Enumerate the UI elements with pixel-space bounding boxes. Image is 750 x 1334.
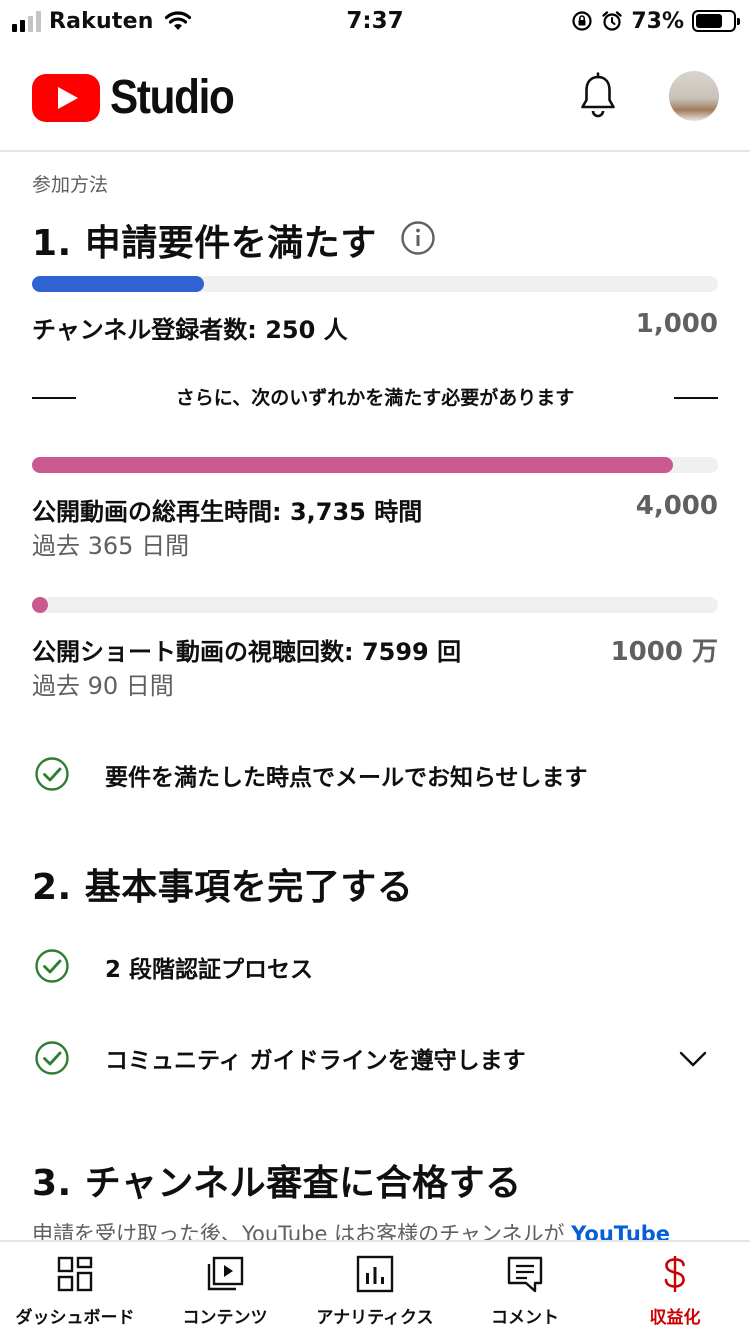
subscribers-progress-bar — [32, 276, 718, 292]
watch-hours-progress-bar — [32, 457, 718, 473]
email-notice: 要件を満たした時点でメールでお知らせします — [105, 765, 588, 791]
nav-content[interactable]: コンテンツ — [150, 1242, 300, 1334]
monetization-requirements: 参加方法 1. 申請要件を満たす チャンネル登録者数: 250 人 1,000 … — [0, 152, 750, 1240]
community-guidelines-row[interactable]: コミュニティ ガイドラインを遵守します — [0, 1022, 750, 1092]
shorts-views-progress-fill — [32, 597, 48, 613]
nav-comments[interactable]: コメント — [450, 1242, 600, 1334]
status-bar: Rakuten 7:37 73% — [0, 0, 750, 42]
step3-title: 3. チャンネル審査に合格する — [32, 1163, 522, 1204]
nav-label-monetization: 収益化 — [649, 1308, 701, 1328]
nav-monetization[interactable]: 収益化 — [600, 1242, 750, 1334]
nav-label-analytics: アナリティクス — [316, 1308, 434, 1328]
nav-analytics[interactable]: アナリティクス — [300, 1242, 450, 1334]
check-circle-icon — [35, 1041, 69, 1075]
comment-icon — [507, 1256, 543, 1293]
logo-text: Studio — [110, 71, 235, 124]
status-right: 73% — [571, 6, 740, 36]
subscribers-target: 1,000 — [635, 309, 718, 339]
shorts-views-progress-bar — [32, 597, 718, 613]
nav-label-comments: コメント — [491, 1308, 559, 1328]
battery-level — [696, 14, 723, 28]
nav-dashboard[interactable]: ダッシュボード — [0, 1242, 150, 1334]
youtube-studio-logo[interactable]: Studio — [32, 70, 250, 125]
analytics-icon — [356, 1255, 394, 1293]
check-circle-icon — [35, 757, 69, 791]
divider-text: さらに、次のいずれかを満たす必要があります — [175, 387, 575, 409]
rotation-lock-icon — [572, 11, 592, 31]
community-guidelines-label: コミュニティ ガイドラインを遵守します — [105, 1048, 526, 1074]
step3-description-text: 申請を受け取った後、YouTube はお客様のチャンネルが — [32, 1222, 565, 1240]
nav-label-content: コンテンツ — [182, 1308, 268, 1328]
dashboard-icon — [57, 1256, 93, 1292]
dollar-icon — [664, 1256, 685, 1292]
nav-label-dashboard: ダッシュボード — [15, 1308, 135, 1328]
avatar[interactable] — [669, 71, 719, 121]
step3-description: 申請を受け取った後、YouTube はお客様のチャンネルが YouTube — [32, 1218, 670, 1240]
battery-icon — [692, 10, 740, 32]
battery-percent: 73% — [631, 8, 684, 34]
watch-hours-target: 4,000 — [635, 491, 718, 521]
youtube-play-logo-icon — [32, 73, 100, 122]
subscribers-label: チャンネル登録者数: 250 人 — [32, 316, 348, 344]
info-icon[interactable] — [400, 220, 436, 256]
overline-label: 参加方法 — [32, 174, 109, 196]
alarm-icon — [602, 11, 623, 31]
two-step-verification: 2 段階認証プロセス — [105, 957, 314, 983]
chevron-down-icon[interactable] — [678, 1050, 708, 1068]
shorts-views-period: 過去 90 日間 — [32, 672, 174, 700]
content-icon — [207, 1256, 244, 1291]
check-circle-icon — [35, 949, 69, 983]
bottom-nav: ダッシュボード コンテンツ アナリティクス コメント 収益化 — [0, 1240, 750, 1334]
watch-hours-progress-fill — [32, 457, 673, 473]
shorts-views-target: 1000 万 — [610, 637, 718, 667]
shorts-views-label: 公開ショート動画の視聴回数: 7599 回 — [32, 638, 462, 666]
youtube-policy-link[interactable]: YouTube — [571, 1222, 670, 1240]
subscribers-progress-fill — [32, 276, 204, 292]
watch-hours-label: 公開動画の総再生時間: 3,735 時間 — [32, 498, 423, 526]
step1-title: 1. 申請要件を満たす — [32, 223, 377, 264]
watch-hours-period: 過去 365 日間 — [32, 532, 190, 560]
bell-icon[interactable] — [578, 72, 618, 120]
step2-title: 2. 基本事項を完了する — [32, 867, 414, 908]
app-header: Studio — [0, 42, 750, 152]
